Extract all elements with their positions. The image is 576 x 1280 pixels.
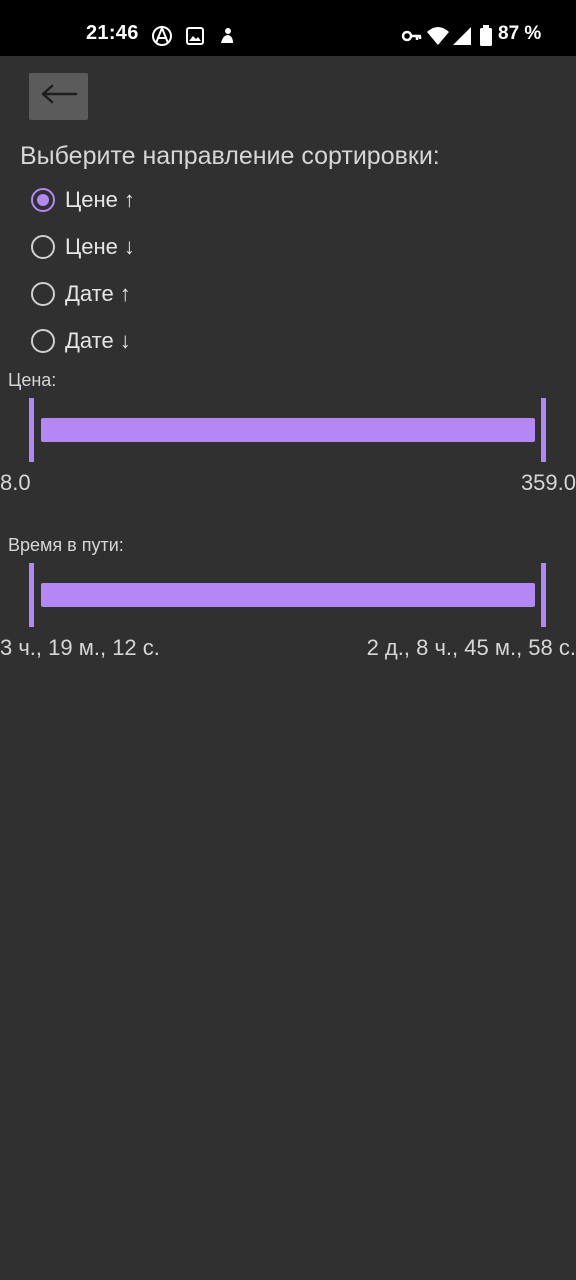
- price-max-value: 359.0: [520, 470, 576, 495]
- duration-min-handle[interactable]: [29, 563, 34, 627]
- anarchy-icon: [150, 24, 174, 48]
- arrow-up-icon: ↑: [123, 187, 135, 212]
- duration-max-handle[interactable]: [541, 563, 546, 627]
- back-button[interactable]: [29, 73, 88, 120]
- duration-range-track[interactable]: [41, 583, 535, 607]
- battery-icon: [474, 24, 498, 48]
- app-icon: [215, 24, 239, 48]
- sort-option-date-desc[interactable]: Дате ↓: [31, 326, 131, 356]
- wifi-icon: [426, 24, 450, 48]
- sort-option-label: Дате: [65, 328, 114, 353]
- signal-icon: [450, 24, 474, 48]
- sort-option-label: Цене: [65, 234, 118, 259]
- sort-option-price-desc[interactable]: Цене ↓: [31, 232, 135, 262]
- price-range-track[interactable]: [41, 418, 535, 442]
- arrow-down-icon: ↓: [119, 328, 131, 353]
- radio-button[interactable]: [31, 235, 55, 259]
- price-max-handle[interactable]: [541, 398, 546, 462]
- sort-option-price-asc[interactable]: Цене ↑: [31, 185, 135, 215]
- arrow-up-icon: ↑: [119, 281, 131, 306]
- price-filter-label: Цена:: [8, 370, 57, 390]
- sort-option-label: Дате: [65, 281, 114, 306]
- arrow-left-icon: [40, 84, 78, 109]
- duration-filter-label: Время в пути:: [8, 535, 124, 555]
- battery-percent: 87 %: [498, 23, 542, 44]
- duration-max-value: 2 д., 8 ч., 45 м., 58 с.: [366, 635, 576, 660]
- price-min-handle[interactable]: [29, 398, 34, 462]
- sort-heading: Выберите направление сортировки:: [20, 142, 440, 170]
- sort-option-date-asc[interactable]: Дате ↑: [31, 279, 131, 309]
- radio-button[interactable]: [31, 188, 55, 212]
- radio-button[interactable]: [31, 282, 55, 306]
- arrow-down-icon: ↓: [123, 234, 135, 259]
- duration-min-value: 3 ч., 19 м., 12 с.: [0, 635, 160, 660]
- status-bar: 21:46 87 %: [0, 0, 576, 56]
- price-min-value: 8.0: [0, 470, 31, 495]
- image-icon: [183, 24, 207, 48]
- sort-option-label: Цене: [65, 187, 118, 212]
- status-time: 21:46: [86, 22, 139, 44]
- radio-button[interactable]: [31, 329, 55, 353]
- vpn-key-icon: [400, 24, 424, 48]
